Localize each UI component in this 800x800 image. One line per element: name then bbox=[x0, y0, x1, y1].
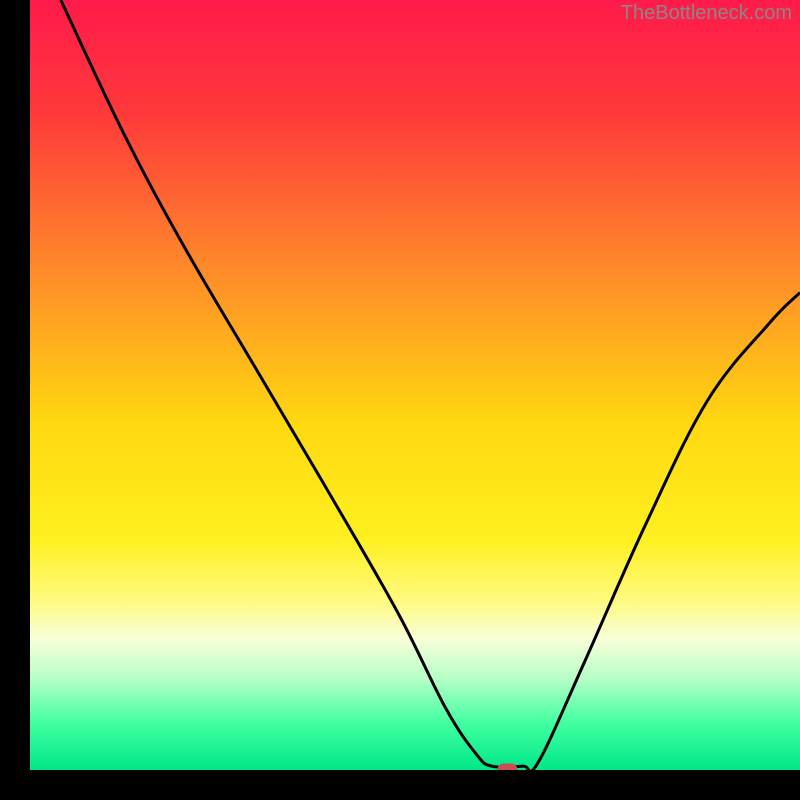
bottom-border bbox=[0, 770, 800, 800]
chart-plot bbox=[0, 0, 800, 800]
left-border bbox=[0, 0, 30, 800]
plot-background bbox=[30, 0, 800, 770]
watermark-text: TheBottleneck.com bbox=[621, 2, 792, 25]
chart-container: TheBottleneck.com bbox=[0, 0, 800, 800]
